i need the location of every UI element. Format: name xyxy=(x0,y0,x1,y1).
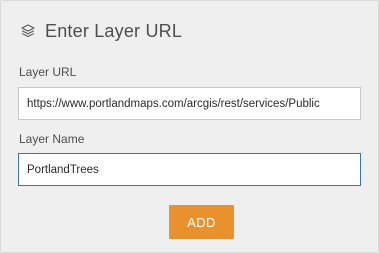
layers-icon xyxy=(20,23,36,39)
enter-layer-url-panel: Enter Layer URL Layer URL Layer Name ADD xyxy=(0,0,379,253)
layer-name-label: Layer Name xyxy=(19,132,85,146)
layer-url-label: Layer URL xyxy=(19,65,77,79)
panel-header: Enter Layer URL xyxy=(20,18,182,44)
panel-title: Enter Layer URL xyxy=(45,20,183,41)
add-button[interactable]: ADD xyxy=(169,205,234,239)
layer-url-input[interactable] xyxy=(18,87,361,120)
layer-name-input[interactable] xyxy=(18,153,361,186)
layers-icon-graphic xyxy=(21,24,35,38)
